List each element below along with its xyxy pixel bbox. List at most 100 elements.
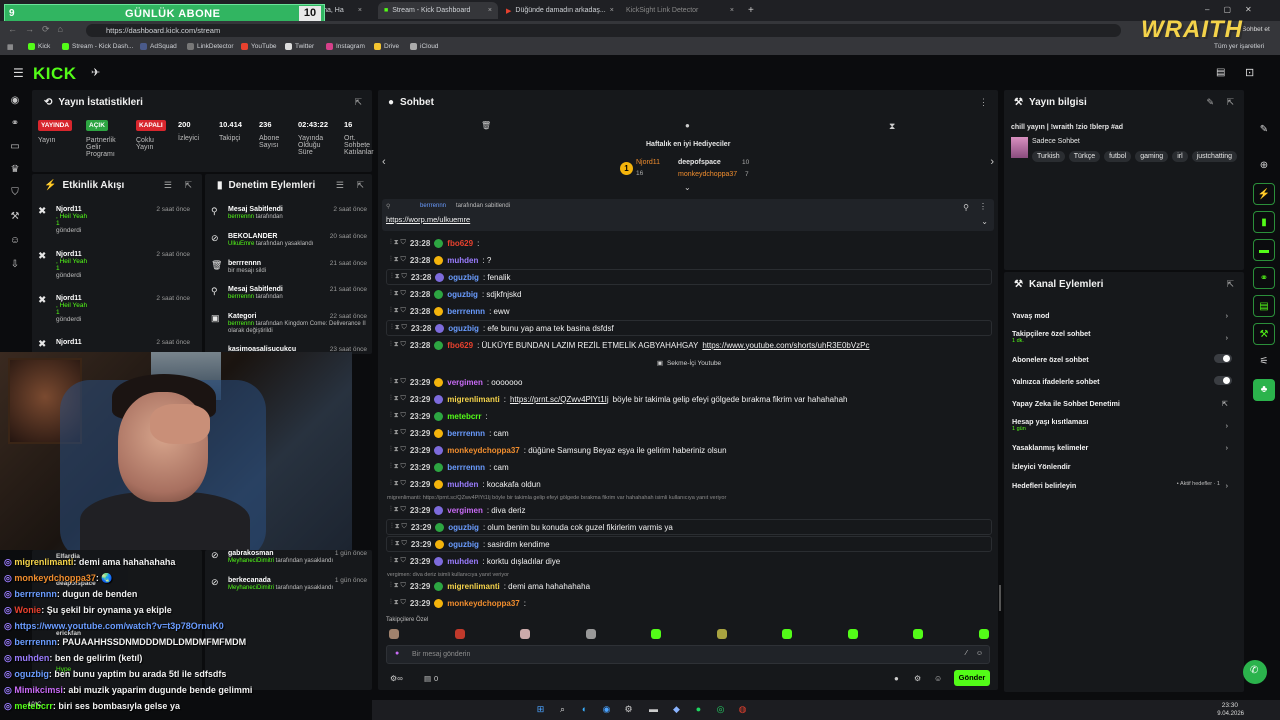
app-icon[interactable]: ▬ [647,703,660,716]
bookmark-twitter[interactable]: Twitter [285,43,314,50]
mic-icon[interactable]: ● [395,650,399,657]
bookmark-drive[interactable]: Drive [374,43,399,50]
message-user[interactable]: migrenlimanti [447,582,499,591]
unpin-icon[interactable]: ⚲ [963,203,969,212]
apps-icon[interactable]: ▦ [7,43,14,51]
chat-input[interactable]: ● Bir mesaj gönderin ⁄ ☺ [386,645,990,664]
pin-icon[interactable]: ✈ [91,66,100,79]
pin-message-icon[interactable]: ⫶ ⧗ ⛉ [390,446,406,454]
popout-icon[interactable]: ⇱ [1226,97,1234,108]
menu-icon[interactable]: ☰ [13,66,24,80]
chat-icon[interactable]: ▬ [1253,239,1275,261]
pin-message-icon[interactable]: ⫶ ⧗ ⛉ [390,239,406,247]
message-user[interactable]: muhden [447,256,478,265]
chat-fab-button[interactable]: ✆ [1243,660,1267,684]
browser-tab-kicksight[interactable]: KickSight Link Detector × [620,2,740,19]
chat-scrollbar[interactable] [999,585,1001,611]
toggle-switch[interactable] [1214,376,1232,385]
message-user[interactable]: oguzbig [448,273,479,282]
pin-message-icon[interactable]: ⫶ ⧗ ⛉ [390,557,406,565]
action-slow-mode[interactable]: Yavaş mod › [1012,311,1236,320]
gift-icon[interactable]: ♣ [1253,379,1275,401]
edit-icon[interactable]: ✎ [1206,97,1214,108]
chat-message[interactable]: ⫶ ⧗ ⛉ 23:28 oguzbig: efe bunu yap ama tek … [386,320,992,336]
edge-icon[interactable]: ◐ [578,703,591,716]
chat-message[interactable]: ⫶ ⧗ ⛉ 23:29 migrenlimanti: https://prnt.sc… [386,391,992,407]
wrench-icon[interactable]: ⚒ [9,211,21,223]
expand-icon[interactable]: ⌄ [684,183,691,192]
share-icon[interactable]: ⚟ [1253,351,1275,373]
chat-message[interactable]: ⫶ ⧗ ⛉ 23:29 muhden: kocakafa oldun [386,476,992,492]
message-user[interactable]: vergimen [447,506,483,515]
chat-message[interactable]: ⫶ ⧗ ⛉ 23:28 fbo629: ÜLKÜYE BUNDAN LAZIM RE… [386,337,992,353]
more-icon[interactable]: ⋮ [979,202,987,211]
emote-icon[interactable] [520,629,530,639]
filter-icon[interactable]: ☰ [164,180,172,191]
close-icon[interactable]: × [358,7,362,14]
windows-start-icon[interactable]: ⊞ [534,703,547,716]
chat-message[interactable]: ⫶ ⧗ ⛉ 23:29 oguzbig: olum benim bu konuda … [386,519,992,535]
layout-icon[interactable]: ▤ [1216,67,1225,78]
emote-icon[interactable] [454,629,465,639]
chat-message[interactable]: ⫶ ⧗ ⛉ 23:29 monkeydchoppa37: [386,595,992,611]
chat-message[interactable]: ⫶ ⧗ ⛉ 23:29 berrrennn: cam [386,459,992,475]
action-ai-moderation[interactable]: Yapay Zeka ile Sohbet Denetimi ⇱ [1012,399,1236,408]
pin-message-icon[interactable]: ⫶ ⧗ ⛉ [390,506,406,514]
popout-icon[interactable]: ⇱ [1226,279,1234,290]
command-icon[interactable]: ⁄ [966,650,967,657]
chat-icon[interactable]: ▭ [9,141,21,153]
emote-icon[interactable] [389,629,399,639]
window-controls[interactable]: –▢✕ [1205,5,1266,14]
pin-message-icon[interactable]: ⫶ ⧗ ⛉ [390,341,406,349]
close-icon[interactable]: × [610,7,614,14]
bookmark-kick[interactable]: Kick [28,43,50,50]
message-user[interactable]: migrenlimanti [447,395,499,404]
message-user[interactable]: oguzbig [448,523,479,532]
popout-icon[interactable]: ⇱ [184,180,192,191]
message-user[interactable]: oguzbig [447,290,478,299]
nav-buttons[interactable]: ←→⟳⌂ [8,24,71,35]
action-followers-only[interactable]: Takipçilere özel sohbet 1 dk. › [1012,329,1236,344]
shield-icon[interactable]: ⛉ [9,187,21,199]
discord-icon[interactable]: ◆ [670,703,683,716]
message-user[interactable]: berrrennn [447,463,485,472]
chat-message[interactable]: ⫶ ⧗ ⛉ 23:28 berrrennn: eww [386,303,992,319]
gear-icon[interactable]: ⚙ [914,674,921,683]
bookmark-instagram[interactable]: Instagram [326,43,365,50]
pin-message-icon[interactable]: ⫶ ⧗ ⛉ [390,378,406,386]
popout-icon[interactable]: ⇱ [354,97,362,108]
send-button[interactable]: Gönder [954,670,990,686]
bookmark-linkdetector[interactable]: LinkDetector [187,43,234,50]
trophy-icon[interactable]: ♛ [9,164,21,176]
action-set-goals[interactable]: Hedefleri belirleyin • Aktif hedefler · 1… [1012,481,1236,490]
bookmark-adsquad[interactable]: AdSquad [140,43,177,50]
users-icon[interactable]: ☺ [9,235,21,247]
chat-message[interactable]: ⫶ ⧗ ⛉ 23:28 oguzbig: fenalik [386,269,992,285]
emoji-icon[interactable]: ☺ [976,650,983,657]
chat-message[interactable]: ⫶ ⧗ ⛉ 23:28 fbo629: [386,235,992,251]
pinned-link[interactable]: https://worp.me/ulkuemre [386,215,470,224]
spotify-icon[interactable]: ● [692,703,705,716]
close-icon[interactable]: × [730,7,734,14]
chat-message[interactable]: ⫶ ⧗ ⛉ 23:29 monkeydchoppa37: düğüne Samsun… [386,442,992,458]
emote-icon[interactable] [847,629,858,639]
chat-message[interactable]: ⫶ ⧗ ⛉ 23:29 berrrennn: cam [386,425,992,441]
profile-button[interactable]: Sohbet et [1242,26,1270,33]
pin-message-icon[interactable]: ⫶ ⧗ ⛉ [390,599,406,607]
bookmark-stream[interactable]: Stream - Kick Dash... [62,43,133,50]
message-user[interactable]: fbo629 [447,341,473,350]
more-icon[interactable]: ⋮ [979,97,988,108]
bolt-icon[interactable]: ⚡ [1253,183,1275,205]
chat-message[interactable]: ⫶ ⧗ ⛉ 23:28 oguzbig: sdjkfnjskd [386,286,992,302]
link-icon[interactable]: ⚭ [9,118,21,130]
filter-icon[interactable]: ☰ [336,180,344,191]
close-icon[interactable]: × [488,7,492,14]
profile-icon[interactable]: ⊡ [1245,66,1254,79]
action-subscribers-only[interactable]: Abonelere özel sohbet [1012,354,1236,364]
chevron-right-icon[interactable]: › [990,156,994,168]
message-user[interactable]: monkeydchoppa37 [447,599,519,608]
pin-message-icon[interactable]: ⫶ ⧗ ⛉ [390,480,406,488]
bookmark-icloud[interactable]: iCloud [410,43,438,50]
message-user[interactable]: oguzbig [448,540,479,549]
emote-icon[interactable] [651,629,661,639]
